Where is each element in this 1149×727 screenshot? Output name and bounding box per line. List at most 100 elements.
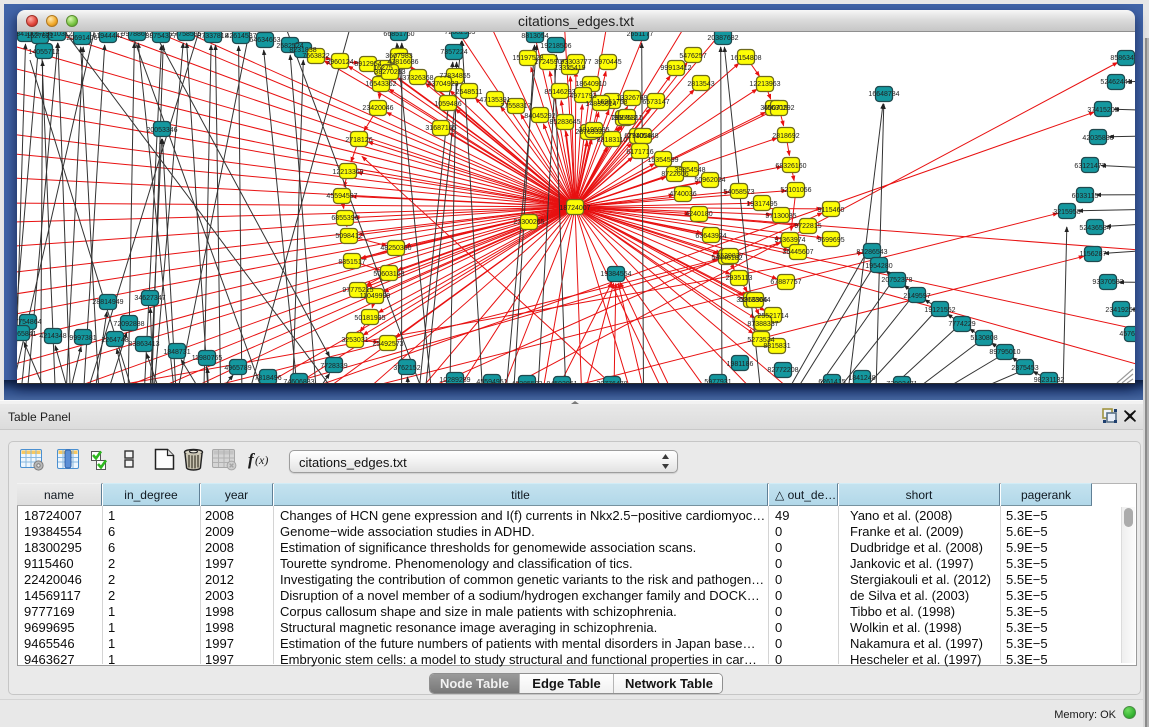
svg-text:48285503: 48285503 — [511, 381, 542, 384]
svg-text:3970445: 3970445 — [594, 59, 621, 66]
svg-text:16543362: 16543362 — [365, 81, 396, 88]
svg-text:30776478: 30776478 — [596, 381, 627, 384]
svg-text:14835614: 14835614 — [585, 101, 616, 108]
svg-text:25521714: 25521714 — [757, 313, 788, 320]
svg-text:2818692: 2818692 — [772, 133, 799, 140]
svg-text:4740036: 4740036 — [669, 191, 696, 198]
svg-text:16648784: 16648784 — [868, 91, 899, 98]
svg-text:20053346: 20053346 — [146, 127, 177, 134]
svg-text:23419256: 23419256 — [1105, 307, 1135, 314]
svg-text:85283645: 85283645 — [549, 119, 580, 126]
svg-text:2548511: 2548511 — [456, 89, 483, 96]
svg-text:4971793: 4971793 — [569, 93, 596, 100]
svg-text:2813543: 2813543 — [687, 81, 714, 88]
svg-text:3215958: 3215958 — [1053, 209, 1080, 216]
svg-text:38195995: 38195995 — [578, 127, 609, 134]
svg-text:63121477: 63121477 — [1074, 163, 1105, 170]
svg-text:20752378: 20752378 — [881, 277, 912, 284]
svg-text:52436584: 52436584 — [1079, 225, 1110, 232]
svg-text:72682989: 72682989 — [444, 32, 475, 36]
svg-text:2718126: 2718126 — [345, 137, 372, 144]
svg-text:9699695: 9699695 — [817, 237, 844, 244]
svg-text:3762152: 3762152 — [393, 365, 420, 372]
svg-text:20387682: 20387682 — [707, 35, 738, 42]
svg-text:25492573: 25492573 — [372, 341, 403, 348]
svg-text:99913412: 99913412 — [660, 65, 691, 72]
svg-text:87388337: 87388337 — [747, 321, 778, 328]
svg-text:1981186: 1981186 — [727, 361, 754, 368]
svg-text:8813054: 8813054 — [521, 33, 548, 40]
svg-text:4214348: 4214348 — [39, 333, 66, 340]
svg-text:2935113: 2935113 — [726, 275, 753, 282]
svg-text:45594597: 45594597 — [326, 193, 357, 200]
svg-text:1156287: 1156287 — [1080, 251, 1107, 258]
svg-text:52101056: 52101056 — [780, 187, 811, 194]
svg-text:50181935: 50181935 — [354, 315, 385, 322]
svg-text:87337818: 87337818 — [197, 33, 228, 40]
svg-text:4240180: 4240180 — [685, 211, 712, 218]
svg-text:6171716: 6171716 — [626, 149, 653, 156]
svg-text:2375453: 2375453 — [1011, 365, 1038, 372]
svg-text:47816686: 47816686 — [387, 59, 418, 66]
svg-text:74606833: 74606833 — [283, 379, 314, 384]
svg-text:93370583: 93370583 — [1092, 279, 1123, 286]
svg-text:13325419: 13325419 — [554, 65, 585, 72]
svg-text:15197528: 15197528 — [512, 55, 543, 62]
svg-text:7728339: 7728339 — [320, 363, 347, 370]
svg-text:10289289: 10289289 — [439, 377, 470, 384]
svg-text:23300265: 23300265 — [513, 219, 544, 226]
svg-text:50962024: 50962024 — [694, 177, 725, 184]
svg-text:57130035: 57130035 — [765, 213, 796, 220]
svg-text:5977931: 5977931 — [704, 379, 731, 384]
svg-text:83863413: 83863413 — [128, 341, 159, 348]
svg-text:6539837: 6539837 — [716, 253, 743, 260]
svg-text:15354599: 15354599 — [647, 157, 678, 164]
svg-text:11980765: 11980765 — [192, 355, 223, 362]
svg-text:1848731: 1848731 — [163, 349, 190, 356]
svg-text:7357224: 7357224 — [440, 49, 467, 56]
svg-text:6261415: 6261415 — [818, 379, 845, 384]
svg-text:67887757: 67887757 — [770, 279, 801, 286]
svg-text:19384554: 19384554 — [600, 271, 631, 278]
svg-text:9997381: 9997381 — [69, 335, 96, 342]
svg-text:19218506: 19218506 — [540, 43, 571, 50]
svg-text:12213963: 12213963 — [749, 81, 780, 88]
svg-text:8351517: 8351517 — [338, 259, 365, 266]
svg-text:50603163: 50603163 — [373, 271, 404, 278]
svg-text:68326160: 68326160 — [775, 163, 806, 170]
svg-text:2651177: 2651177 — [627, 32, 654, 38]
svg-text:5098412: 5098412 — [335, 233, 362, 240]
svg-text:6855396: 6855396 — [331, 215, 358, 222]
svg-text:34627347: 34627347 — [134, 295, 165, 302]
svg-text:7754864: 7754864 — [17, 319, 42, 326]
svg-text:84593961: 84593961 — [546, 381, 577, 384]
svg-text:6573147: 6573147 — [642, 99, 669, 106]
svg-text:18640910: 18640910 — [575, 81, 606, 88]
svg-text:16154808: 16154808 — [730, 55, 761, 62]
svg-text:12213369: 12213369 — [332, 169, 363, 176]
svg-text:11049999: 11049999 — [360, 293, 391, 300]
svg-text:89795010: 89795010 — [989, 349, 1020, 356]
svg-text:9115460: 9115460 — [818, 207, 845, 214]
svg-text:8315831: 8315831 — [763, 343, 790, 350]
svg-text:45630292: 45630292 — [763, 105, 794, 112]
svg-text:91363974: 91363974 — [774, 237, 805, 244]
svg-text:52462441: 52462441 — [1100, 79, 1131, 86]
svg-text:18724007: 18724007 — [559, 205, 590, 212]
svg-text:14055712: 14055712 — [28, 49, 59, 56]
svg-text:54058573: 54058573 — [723, 189, 754, 196]
svg-text:19121552: 19121552 — [924, 307, 955, 314]
svg-text:3960124: 3960124 — [326, 59, 353, 66]
svg-text:31687165: 31687165 — [425, 125, 456, 132]
svg-text:85863473: 85863473 — [1110, 55, 1135, 62]
svg-text:27105448: 27105448 — [627, 133, 658, 140]
svg-text:66851760: 66851760 — [383, 32, 414, 38]
svg-text:43704923: 43704923 — [427, 81, 458, 88]
svg-text:3253031: 3253031 — [341, 337, 368, 344]
svg-text:(x): (x) — [255, 453, 268, 467]
svg-text:4576135: 4576135 — [1119, 331, 1135, 338]
svg-text:2149597: 2149597 — [903, 293, 930, 300]
svg-text:77834855: 77834855 — [439, 73, 470, 80]
svg-text:63643924: 63643924 — [695, 233, 726, 240]
svg-text:4965789: 4965789 — [224, 365, 251, 372]
